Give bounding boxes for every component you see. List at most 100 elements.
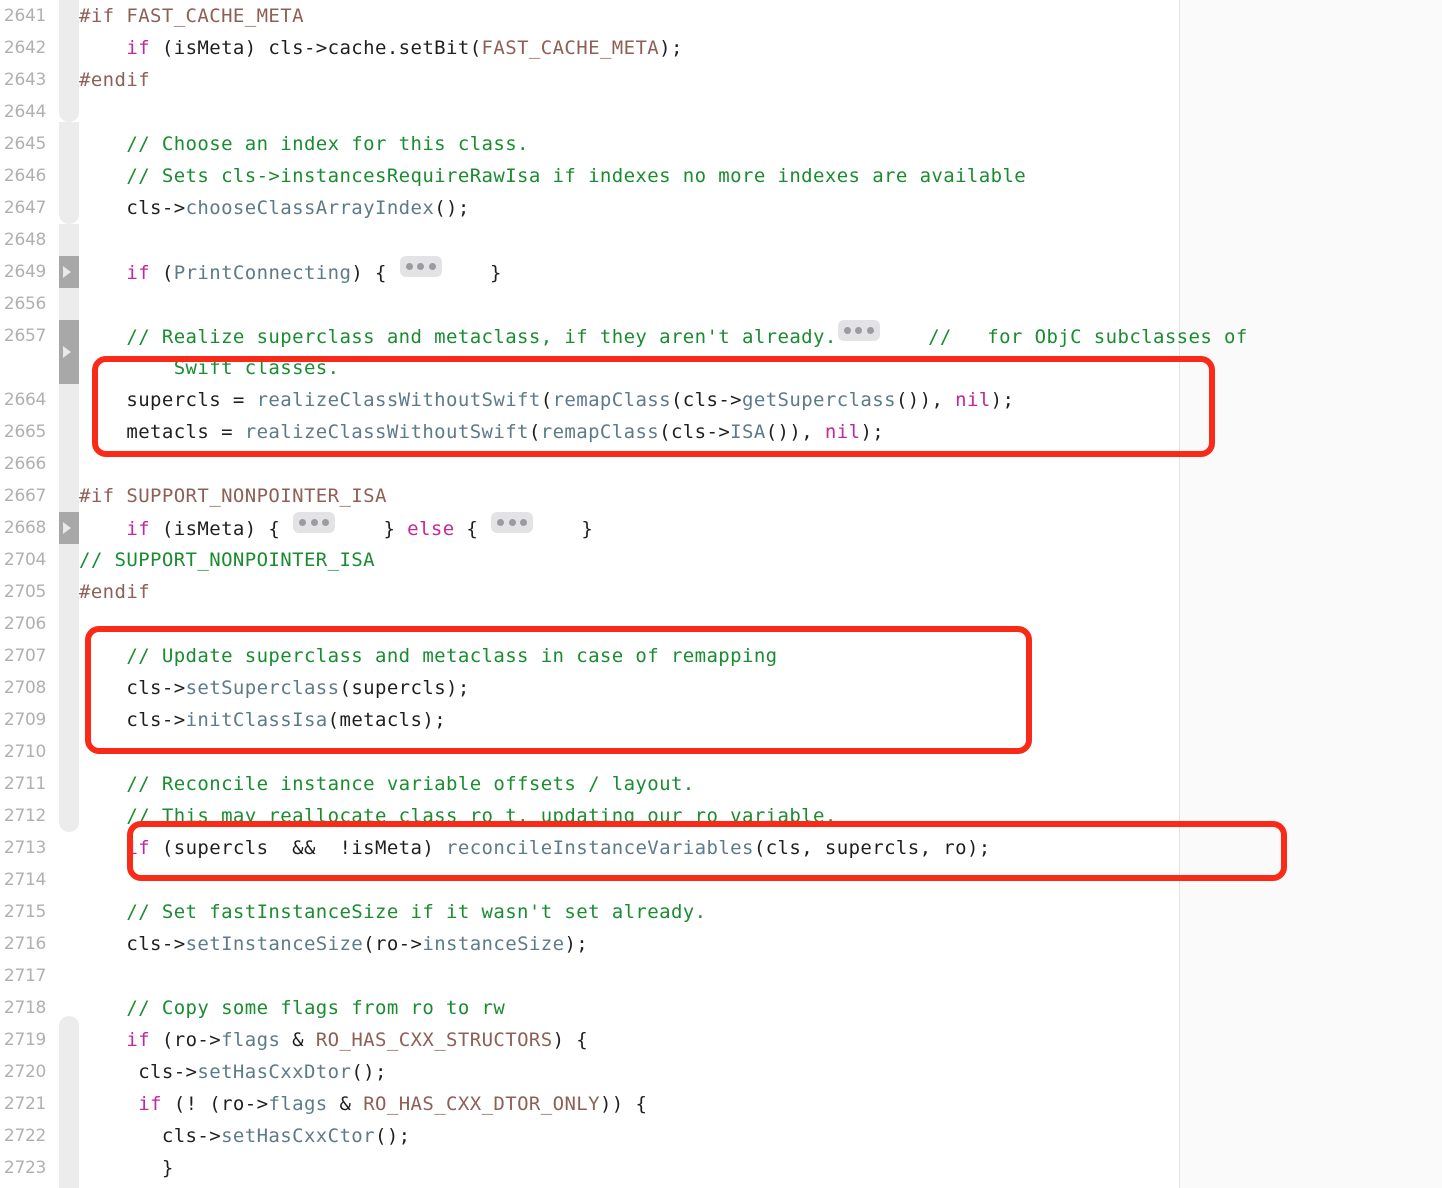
code-token-plain: (ro-> <box>363 933 423 955</box>
code-line[interactable]: if (! (ro->flags & RO_HAS_CXX_DTOR_ONLY)… <box>79 1088 647 1120</box>
code-line[interactable]: if (isMeta) cls->cache.setBit(FAST_CACHE… <box>79 32 683 64</box>
code-line[interactable]: // Choose an index for this class. <box>79 128 529 160</box>
overflow-margin-pane <box>1180 0 1442 1188</box>
fold-range-indicator[interactable] <box>59 122 79 224</box>
line-number: 2709 <box>3 710 46 730</box>
line-number: 2719 <box>3 1030 46 1050</box>
code-token-method: ISA <box>730 421 766 443</box>
code-token-cmt: // Sets cls->instancesRequireRawIsa if i… <box>126 165 1027 187</box>
line-number: 2666 <box>3 454 46 474</box>
fold-range-indicator[interactable] <box>59 288 79 320</box>
code-line[interactable]: if (supercls && !isMeta) reconcileInstan… <box>79 832 991 864</box>
collapsed-code-badge[interactable] <box>399 256 442 277</box>
code-token-plain: ); <box>659 37 683 59</box>
code-content-area[interactable]: #if FAST_CACHE_META if (isMeta) cls->cac… <box>79 0 1442 1188</box>
code-line[interactable]: // This may reallocate class_ro_t, updat… <box>79 800 837 832</box>
code-token-plain: cls-> <box>79 1125 222 1147</box>
line-number: 2711 <box>3 774 46 794</box>
line-number: 2707 <box>3 646 46 666</box>
code-line[interactable]: // Reconcile instance variable offsets /… <box>79 768 695 800</box>
code-token-method: setSuperclass <box>185 677 340 699</box>
code-token-plain: (supercls); <box>339 677 470 699</box>
code-line[interactable]: #if FAST_CACHE_META <box>79 0 304 32</box>
line-number: 2643 <box>3 70 46 90</box>
collapsed-code-badge[interactable] <box>491 512 534 533</box>
fold-range-indicator[interactable] <box>59 1016 79 1188</box>
code-line[interactable]: cls->setHasCxxDtor(); <box>79 1056 387 1088</box>
code-line[interactable]: // Copy some flags from ro to rw <box>79 992 505 1024</box>
code-line[interactable]: cls->initClassIsa(metacls); <box>79 704 446 736</box>
code-line[interactable]: cls->setSuperclass(supercls); <box>79 672 470 704</box>
ellipsis-dot-icon <box>843 327 851 334</box>
line-number: 2656 <box>3 294 46 314</box>
code-line[interactable]: #if SUPPORT_NONPOINTER_ISA <box>79 480 387 512</box>
code-token-plain: (); <box>375 1125 411 1147</box>
line-number: 2705 <box>3 582 46 602</box>
line-number: 2668 <box>3 518 46 538</box>
line-number: 2712 <box>3 806 46 826</box>
code-token-plain: & <box>280 1029 316 1051</box>
collapsed-code-badge[interactable] <box>293 512 336 533</box>
code-token-macro: #endif <box>79 69 151 91</box>
fold-range-indicator[interactable] <box>59 384 79 512</box>
ellipsis-dot-icon <box>497 519 505 526</box>
code-token-macro: FAST_CACHE_META <box>481 37 660 59</box>
code-line[interactable]: if (ro->flags & RO_HAS_CXX_STRUCTORS) { <box>79 1024 588 1056</box>
code-line[interactable]: #endif <box>79 64 150 96</box>
code-line[interactable]: // Realize superclass and metaclass, if … <box>79 320 1248 353</box>
code-line[interactable]: // Sets cls->instancesRequireRawIsa if i… <box>79 160 1026 192</box>
chevron-right-icon[interactable] <box>63 522 71 534</box>
code-line[interactable]: Swift classes. <box>79 352 339 384</box>
code-line[interactable]: } <box>79 1152 174 1184</box>
code-token-method: flags <box>221 1029 281 1051</box>
code-token-cmt: // Copy some flags from ro to rw <box>126 997 506 1019</box>
line-number: 2715 <box>3 902 46 922</box>
fold-range-indicator[interactable] <box>59 768 79 832</box>
line-number-gutter: 2641 2642 2643 2644 2645 2646 2647 2648 2649 2656… <box>0 0 59 1188</box>
ellipsis-dot-icon <box>508 519 516 526</box>
code-line[interactable]: // SUPPORT_NONPOINTER_ISA <box>79 544 375 576</box>
code-line[interactable]: cls->chooseClassArrayIndex(); <box>79 192 470 224</box>
line-number: 2714 <box>3 870 46 890</box>
fold-range-indicator[interactable] <box>59 224 79 256</box>
code-token-method: remapClass <box>540 421 660 443</box>
code-token-method: flags <box>268 1093 328 1115</box>
code-token-kw: if <box>126 837 151 859</box>
code-folding-gutter[interactable] <box>59 0 79 1188</box>
chevron-right-icon[interactable] <box>63 346 71 358</box>
code-line[interactable]: // Update superclass and metaclass in ca… <box>79 640 778 672</box>
code-token-plain: ()), <box>895 389 956 411</box>
code-token-method: setHasCxxDtor <box>197 1061 352 1083</box>
code-token-cmt: // Update superclass and metaclass in ca… <box>126 645 778 667</box>
ellipsis-dot-icon <box>405 263 413 270</box>
code-line[interactable]: cls->setInstanceSize(ro->instanceSize); <box>79 928 588 960</box>
ellipsis-dot-icon <box>322 519 330 526</box>
code-token-plain: ( <box>528 421 541 443</box>
collapsed-code-badge[interactable] <box>837 320 880 341</box>
code-line[interactable]: if (isMeta) { } else { } <box>79 512 593 545</box>
line-number: 2641 <box>3 6 46 26</box>
ellipsis-dot-icon <box>310 519 318 526</box>
chevron-right-icon[interactable] <box>63 266 71 278</box>
code-token-plain: ( <box>540 389 553 411</box>
code-line[interactable]: supercls = realizeClassWithoutSwift(rema… <box>79 384 1014 416</box>
code-line[interactable]: cls->setHasCxxCtor(); <box>79 1120 411 1152</box>
code-line[interactable]: // Set fastInstanceSize if it wasn't set… <box>79 896 706 928</box>
line-number: 2645 <box>3 134 46 154</box>
code-line[interactable]: if (PrintConnecting) { } <box>79 256 502 289</box>
code-token-method: remapClass <box>552 389 671 411</box>
code-line[interactable]: metacls = realizeClassWithoutSwift(remap… <box>79 416 884 448</box>
code-token-kw: else <box>407 518 455 540</box>
fold-range-indicator[interactable] <box>59 544 79 768</box>
code-token-kw: nil <box>824 421 861 443</box>
code-token-plain: } <box>79 1157 174 1179</box>
fold-range-indicator[interactable] <box>59 0 79 122</box>
code-token-macro: #if FAST_CACHE_META <box>79 5 304 27</box>
code-token-kw: nil <box>955 389 991 411</box>
code-token-plain: ()), <box>765 421 825 443</box>
code-line[interactable]: #endif <box>79 576 150 608</box>
code-token-macro: RO_HAS_CXX_STRUCTORS <box>315 1029 553 1051</box>
